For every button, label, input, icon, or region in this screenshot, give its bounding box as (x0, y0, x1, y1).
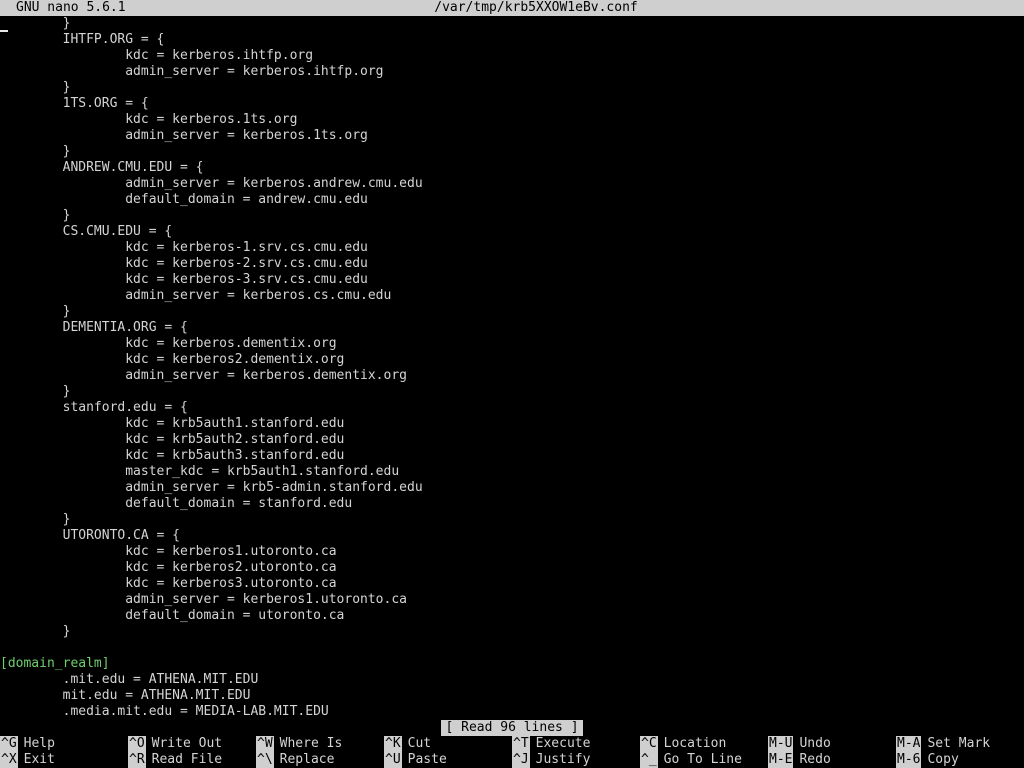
text-line: CS.CMU.EDU = { (0, 224, 173, 239)
text-line: kdc = kerberos2.utoronto.ca (0, 560, 337, 575)
shortcut-label: Execute (535, 736, 591, 751)
text-line: kdc = kerberos-1.srv.cs.cmu.edu (0, 240, 368, 255)
shortcut-key: ^U (384, 752, 402, 768)
shortcut-label: Help (23, 736, 55, 751)
shortcut-key: ^O (128, 736, 146, 752)
shortcut-key: ^R (128, 752, 146, 768)
text-line: } (0, 80, 71, 95)
text-line: admin_server = krb5-admin.stanford.edu (0, 480, 423, 495)
shortcut-key: ^X (0, 752, 18, 768)
shortcut-key: ^J (512, 752, 530, 768)
shortcut-label: Read File (151, 752, 223, 767)
shortcut-label: Paste (407, 752, 447, 767)
text-line: } (0, 208, 71, 223)
text-line: kdc = kerberos-2.srv.cs.cmu.edu (0, 256, 368, 271)
status-message: [ Read 96 lines ] (441, 720, 583, 736)
text-line: kdc = kerberos1.utoronto.ca (0, 544, 337, 559)
text-line: kdc = krb5auth3.stanford.edu (0, 448, 345, 463)
text-line: } (0, 16, 71, 31)
shortcut-label: Write Out (151, 736, 223, 751)
file-name: /var/tmp/krb5XXOW1eBv.conf (434, 0, 638, 15)
text-line: .media.mit.edu = MEDIA-LAB.MIT.EDU (0, 704, 329, 719)
shortcut-label: Copy (927, 752, 959, 767)
shortcut-go-to-line[interactable]: ^_ Go To Line (640, 752, 742, 768)
section-header-line: [domain_realm] (0, 656, 110, 671)
text-line: admin_server = kerberos.cs.cmu.edu (0, 288, 392, 303)
shortcut-label: Location (663, 736, 727, 751)
text-line: } (0, 144, 71, 159)
text-line: DEMENTIA.ORG = { (0, 320, 188, 335)
text-line: kdc = kerberos.dementix.org (0, 336, 337, 351)
shortcut-where-is[interactable]: ^W Where Is (256, 736, 342, 752)
text-line: } (0, 512, 71, 527)
shortcut-label: Redo (799, 752, 831, 767)
shortcut-paste[interactable]: ^U Paste (384, 752, 447, 768)
shortcut-execute[interactable]: ^T Execute (512, 736, 590, 752)
shortcut-label: Go To Line (663, 752, 742, 767)
shortcut-key: ^_ (640, 752, 658, 768)
shortcut-key: M-6 (896, 752, 922, 768)
text-line: .mit.edu = ATHENA.MIT.EDU (0, 672, 259, 687)
shortcut-label: Cut (407, 736, 432, 751)
text-line: kdc = kerberos-3.srv.cs.cmu.edu (0, 272, 368, 287)
text-line (0, 640, 1024, 656)
shortcut-label: Justify (535, 752, 591, 767)
shortcut-bar: ^G Help ^O Write Out ^W Where Is ^K Cut ^T Execut… (0, 736, 1024, 768)
shortcut-key: M-A (896, 736, 922, 752)
shortcut-label: Set Mark (927, 736, 991, 751)
text-line: stanford.edu = { (0, 400, 188, 415)
title-bar: GNU nano 5.6.1 /var/tmp/krb5XXOW1eBv.con… (0, 0, 1024, 16)
text-line: ANDREW.CMU.EDU = { (0, 160, 204, 175)
text-line: master_kdc = krb5auth1.stanford.edu (0, 464, 400, 479)
text-line: mit.edu = ATHENA.MIT.EDU (0, 688, 251, 703)
text-line: kdc = kerberos3.utoronto.ca (0, 576, 337, 591)
shortcut-write-out[interactable]: ^O Write Out (128, 736, 222, 752)
text-line: 1TS.ORG = { (0, 96, 149, 111)
shortcut-key: ^T (512, 736, 530, 752)
editor-buffer[interactable]: } IHTFP.ORG = { kdc = kerberos.ihtfp.org… (0, 16, 1024, 720)
text-line: kdc = krb5auth2.stanford.edu (0, 432, 345, 447)
shortcut-replace[interactable]: ^\ Replace (256, 752, 334, 768)
shortcut-label: Replace (279, 752, 335, 767)
shortcut-label: Exit (23, 752, 55, 767)
shortcut-key: M-U (768, 736, 794, 752)
text-line: kdc = kerberos.1ts.org (0, 112, 298, 127)
shortcut-label: Where Is (279, 736, 343, 751)
text-line: } (0, 624, 71, 639)
text-line: kdc = kerberos2.dementix.org (0, 352, 345, 367)
shortcut-location[interactable]: ^C Location (640, 736, 726, 752)
text-cursor (0, 30, 8, 32)
shortcut-label: Undo (799, 736, 831, 751)
text-line: IHTFP.ORG = { (0, 32, 165, 47)
shortcut-cut[interactable]: ^K Cut (384, 736, 431, 752)
text-line: admin_server = kerberos.ihtfp.org (0, 64, 384, 79)
shortcut-key: ^\ (256, 752, 274, 768)
text-line: admin_server = kerberos.andrew.cmu.edu (0, 176, 423, 191)
shortcut-set-mark[interactable]: M-A Set Mark (896, 736, 990, 752)
shortcut-undo[interactable]: M-U Undo (768, 736, 831, 752)
shortcut-key: ^C (640, 736, 658, 752)
text-line: admin_server = kerberos.dementix.org (0, 368, 407, 383)
shortcut-redo[interactable]: M-E Redo (768, 752, 831, 768)
text-line: default_domain = stanford.edu (0, 496, 353, 511)
text-line: admin_server = kerberos1.utoronto.ca (0, 592, 407, 607)
shortcut-key: ^K (384, 736, 402, 752)
shortcut-help[interactable]: ^G Help (0, 736, 55, 752)
shortcut-justify[interactable]: ^J Justify (512, 752, 590, 768)
shortcut-key: ^G (0, 736, 18, 752)
shortcut-key: ^W (256, 736, 274, 752)
shortcut-copy[interactable]: M-6 Copy (896, 752, 959, 768)
text-line: UTORONTO.CA = { (0, 528, 181, 543)
text-line: } (0, 304, 71, 319)
shortcut-key: M-E (768, 752, 794, 768)
text-line: } (0, 384, 71, 399)
text-line: kdc = kerberos.ihtfp.org (0, 48, 314, 63)
text-line: default_domain = andrew.cmu.edu (0, 192, 368, 207)
text-line: admin_server = kerberos.1ts.org (0, 128, 368, 143)
shortcut-read-file[interactable]: ^R Read File (128, 752, 222, 768)
text-line: default_domain = utoronto.ca (0, 608, 345, 623)
shortcut-exit[interactable]: ^X Exit (0, 752, 55, 768)
status-bar: [ Read 96 lines ] (0, 720, 1024, 736)
text-line: kdc = krb5auth1.stanford.edu (0, 416, 345, 431)
